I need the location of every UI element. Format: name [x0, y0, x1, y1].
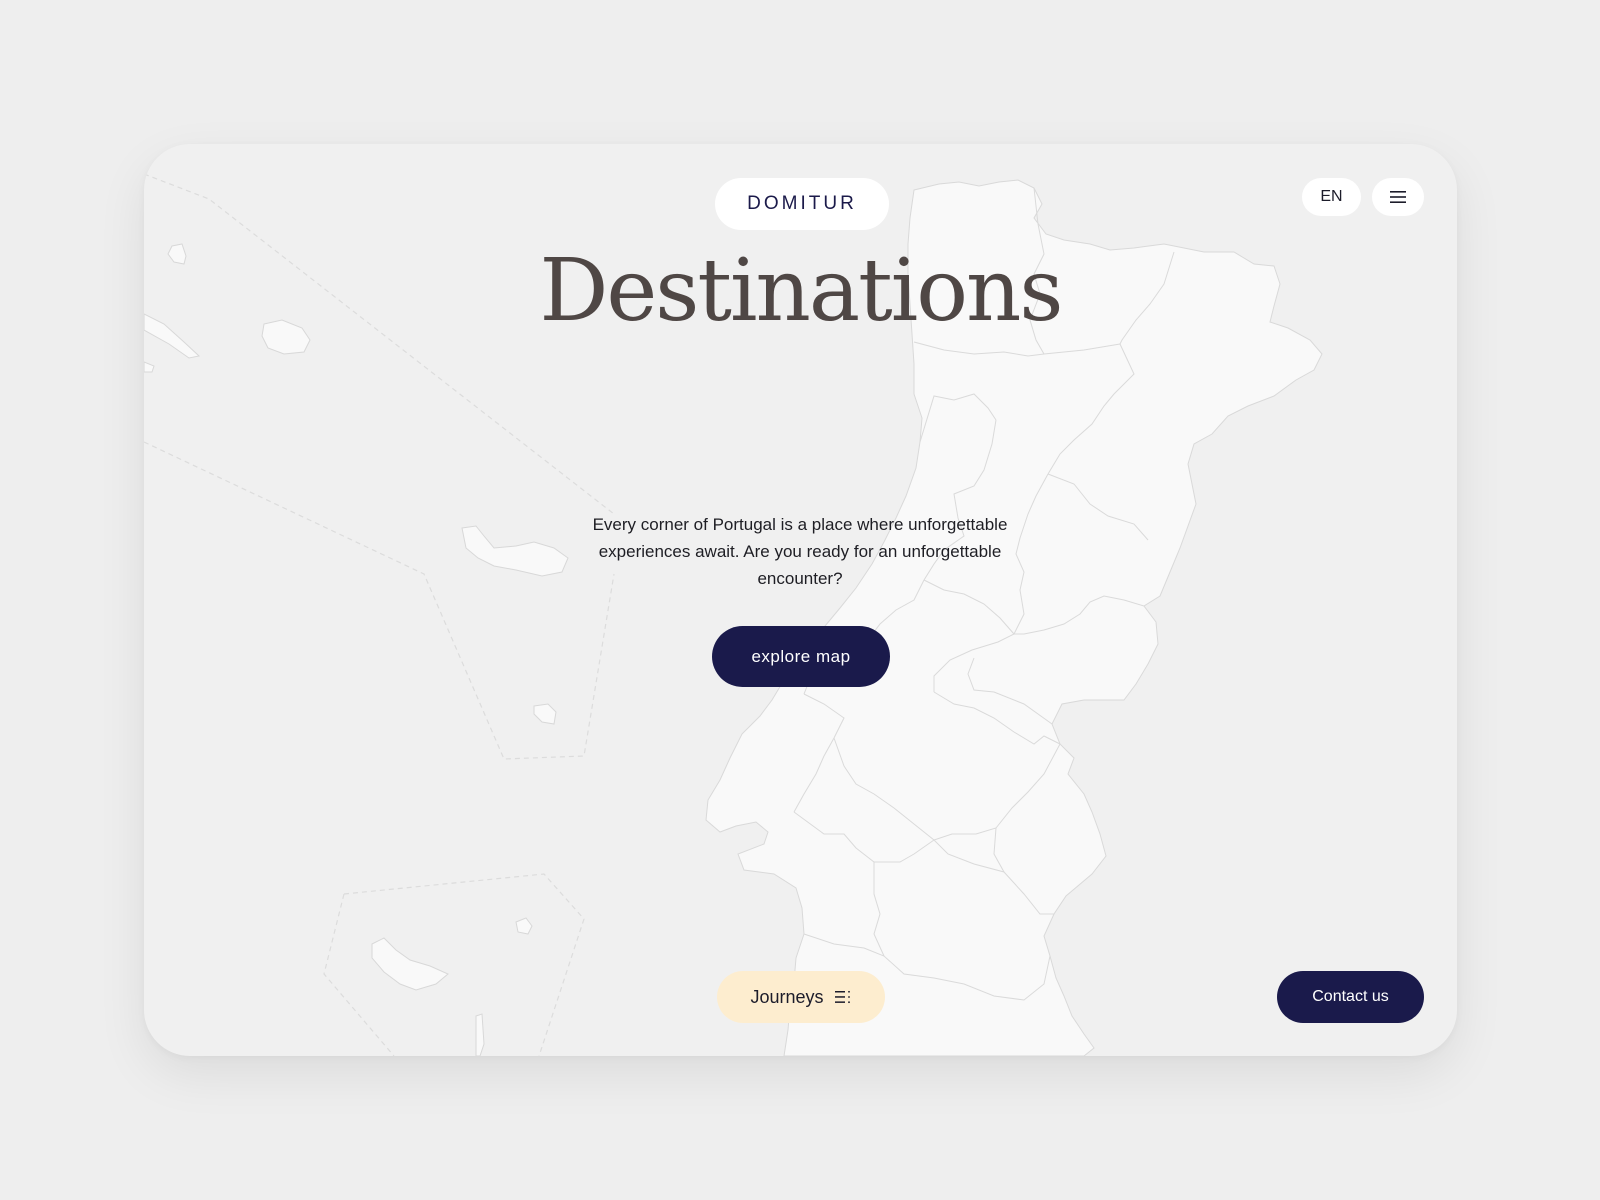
explore-map-button[interactable]: explore map [712, 626, 890, 687]
journeys-label: Journeys [750, 986, 824, 1007]
language-label: EN [1320, 188, 1343, 205]
logo-pill[interactable]: DOMITUR [715, 178, 889, 230]
journeys-button[interactable]: Journeys [717, 971, 885, 1023]
language-button[interactable]: EN [1302, 178, 1361, 216]
hamburger-icon [1389, 190, 1407, 204]
app-window: DOMITUR EN Destinations Every corner of … [144, 144, 1457, 1056]
page-title: Destinations [539, 241, 1063, 341]
list-icon [834, 989, 852, 1005]
explore-map-label: explore map [751, 646, 851, 666]
contact-us-button[interactable]: Contact us [1277, 971, 1424, 1023]
menu-button[interactable] [1372, 178, 1424, 216]
contact-us-label: Contact us [1312, 988, 1389, 1005]
brand-logo: DOMITUR [747, 193, 857, 214]
intro-text: Every corner of Portugal is a place wher… [592, 515, 1008, 588]
madeira-islands[interactable] [371, 917, 533, 1056]
